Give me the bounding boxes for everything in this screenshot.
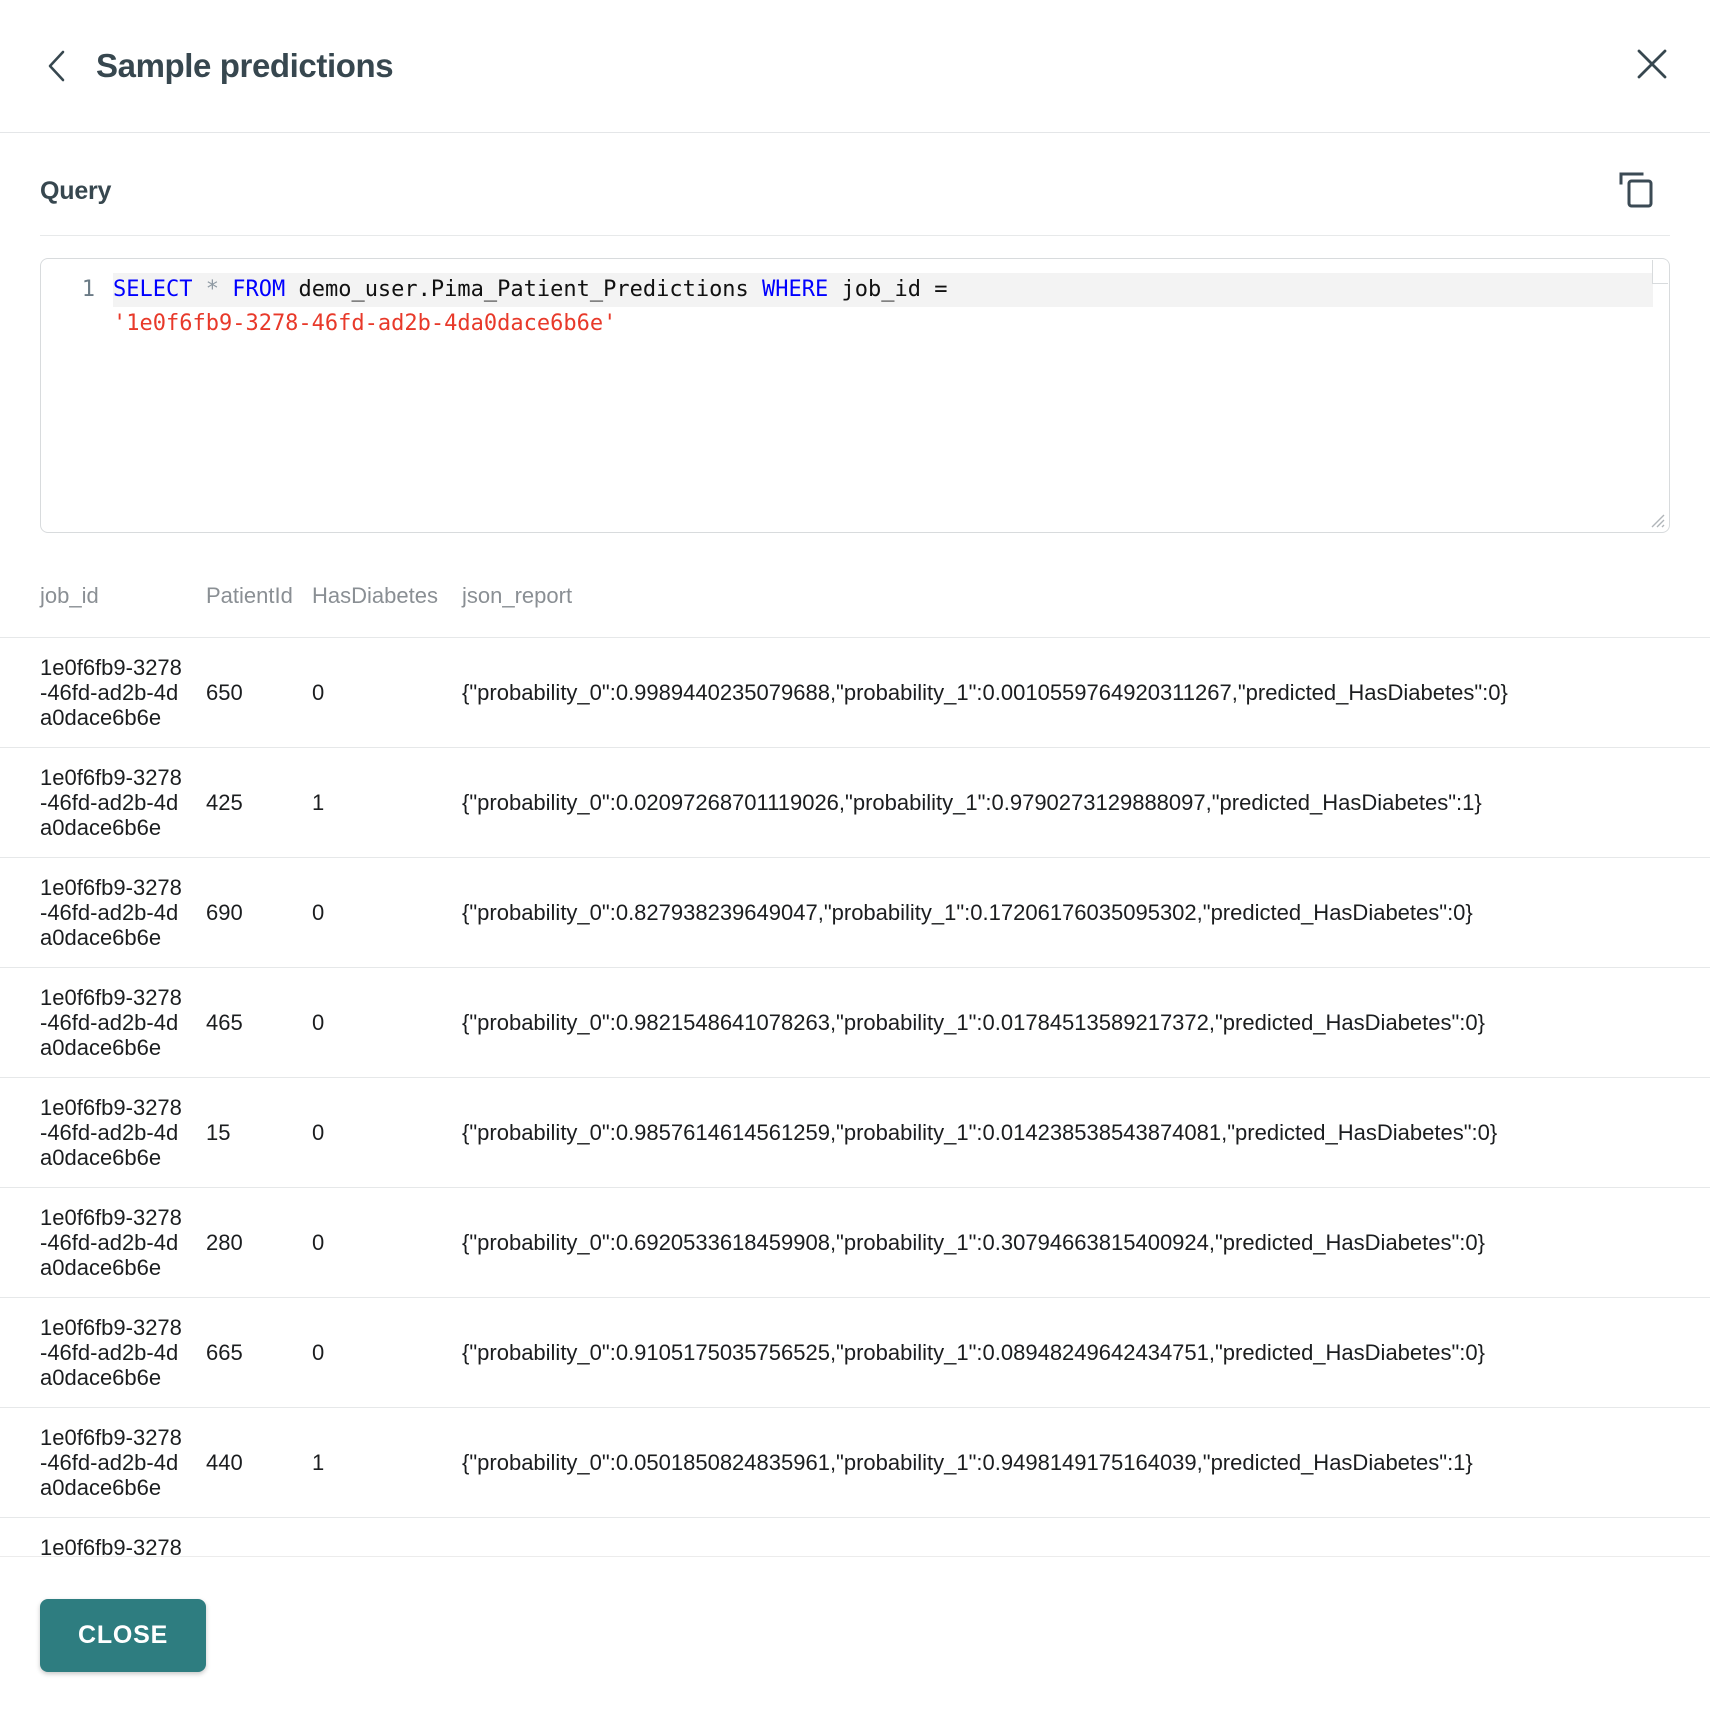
cell-json-report: {"probability_0":0.9989440235079688,"pro… [452, 637, 1710, 748]
query-header: Query [40, 165, 1670, 236]
table-header-row: job_id PatientId HasDiabetes json_report [0, 573, 1710, 638]
cell-has-diabetes: 0 [302, 857, 452, 968]
close-button[interactable]: CLOSE [40, 1599, 207, 1672]
cell-patient-id: 650 [196, 637, 302, 748]
cell-has-diabetes: 0 [302, 1077, 452, 1188]
cell-has-diabetes: 0 [302, 637, 452, 748]
column-header-json-report[interactable]: json_report [452, 573, 1710, 638]
column-header-has-diabetes[interactable]: HasDiabetes [302, 573, 452, 638]
cell-job-id: 1e0f6fb9-3278-46fd-ad2b-4da0dace6b6e [0, 1077, 196, 1188]
cell-has-diabetes: 1 [302, 747, 452, 858]
cell-patient-id: 440 [196, 1407, 302, 1518]
close-dialog-button[interactable] [1630, 44, 1674, 88]
sample-predictions-dialog: Sample predictions Query 1 SELECT * FROM… [0, 0, 1710, 1714]
close-icon [1635, 47, 1669, 86]
dialog-body: Query 1 SELECT * FROM demo_user.Pima_Pat… [0, 133, 1710, 1556]
cell-has-diabetes: 0 [302, 1187, 452, 1298]
cell-json-report: {"probability_0":0.02097268701119026,"pr… [452, 747, 1710, 858]
cell-job-id: 1e0f6fb9-3278-46fd-ad2b-4da0dace6b6e [0, 1407, 196, 1518]
column-header-patient-id[interactable]: PatientId [196, 573, 302, 638]
table-row[interactable]: 1e0f6fb9-3278-46fd-ad2b-4da0dace6b6e 15 0{… [0, 1077, 1710, 1188]
dialog-header: Sample predictions [0, 0, 1710, 133]
table-row[interactable]: 1e0f6fb9-3278-46fd-ad2b-4da0dace6b6e7050… [0, 1517, 1710, 1556]
cell-job-id: 1e0f6fb9-3278-46fd-ad2b-4da0dace6b6e [0, 967, 196, 1078]
table-row[interactable]: 1e0f6fb9-3278-46fd-ad2b-4da0dace6b6e 690 0… [0, 857, 1710, 968]
cell-patient-id: 280 [196, 1187, 302, 1298]
cell-json-report: {"probability_0":0.6920533618459908,"pro… [452, 1187, 1710, 1298]
cell-json-report: {"probability_0":0.9821548641078263,"pro… [452, 967, 1710, 1078]
editor-resize-handle[interactable] [1649, 512, 1665, 528]
cell-job-id: 1e0f6fb9-3278-46fd-ad2b-4da0dace6b6e [0, 857, 196, 968]
cell-has-diabetes: 0 [302, 967, 452, 1078]
cell-has-diabetes: 0 [302, 1517, 452, 1556]
table-row[interactable]: 1e0f6fb9-3278-46fd-ad2b-4da0dace6b6e 280 0… [0, 1187, 1710, 1298]
results-table: job_id PatientId HasDiabetes json_report… [0, 573, 1710, 1556]
cell-json-report: {"probability_0":0.9857614614561259,"pro… [452, 1077, 1710, 1188]
cell-patient-id: 690 [196, 857, 302, 968]
cell-patient-id: 425 [196, 747, 302, 858]
cell-patient-id: 15 [196, 1077, 302, 1188]
cell-job-id: 1e0f6fb9-3278-46fd-ad2b-4da0dace6b6e [0, 747, 196, 858]
cell-job-id: 1e0f6fb9-3278-46fd-ad2b-4da0dace6b6e [0, 637, 196, 748]
page-title: Sample predictions [96, 47, 394, 84]
copy-icon [1616, 169, 1656, 214]
table-row[interactable]: 1e0f6fb9-3278-46fd-ad2b-4da0dace6b6e 440 1… [0, 1407, 1710, 1518]
cell-job-id: 1e0f6fb9-3278-46fd-ad2b-4da0dace6b6e [0, 1187, 196, 1298]
query-section: Query 1 SELECT * FROM demo_user.Pima_Pat… [0, 133, 1710, 533]
sql-editor[interactable]: 1 SELECT * FROM demo_user.Pima_Patient_P… [40, 258, 1670, 533]
cell-patient-id: 665 [196, 1297, 302, 1408]
results-table-body: 1e0f6fb9-3278-46fd-ad2b-4da0dace6b6e 650 0… [0, 637, 1710, 1556]
chevron-left-icon [45, 49, 69, 83]
sql-code[interactable]: SELECT * FROM demo_user.Pima_Patient_Pre… [113, 273, 1669, 341]
cell-patient-id: 705 [196, 1517, 302, 1556]
cell-job-id: 1e0f6fb9-3278-46fd-ad2b-4da0dace6b6e [0, 1297, 196, 1408]
cell-json-report: {"probability_0":0.9105175035756525,"pro… [452, 1297, 1710, 1408]
table-row[interactable]: 1e0f6fb9-3278-46fd-ad2b-4da0dace6b6e 665 0… [0, 1297, 1710, 1408]
cell-json-report: {"probability_0":0.9578726952334004,"pro… [452, 1517, 1710, 1556]
cell-patient-id: 465 [196, 967, 302, 1078]
cell-json-report: {"probability_0":0.827938239649047,"prob… [452, 857, 1710, 968]
cell-json-report: {"probability_0":0.0501850824835961,"pro… [452, 1407, 1710, 1518]
cell-has-diabetes: 1 [302, 1407, 452, 1518]
query-label: Query [40, 176, 112, 205]
column-header-job-id[interactable]: job_id [0, 573, 196, 638]
cell-job-id: 1e0f6fb9-3278-46fd-ad2b-4da0dace6b6e [0, 1517, 196, 1556]
results-section: job_id PatientId HasDiabetes json_report… [0, 573, 1710, 1556]
results-table-head: job_id PatientId HasDiabetes json_report [0, 573, 1710, 638]
table-row[interactable]: 1e0f6fb9-3278-46fd-ad2b-4da0dace6b6e 465 0… [0, 967, 1710, 1078]
cell-has-diabetes: 0 [302, 1297, 452, 1408]
copy-query-button[interactable] [1610, 165, 1662, 217]
back-button[interactable] [40, 49, 74, 83]
line-number: 1 [81, 277, 95, 302]
table-row[interactable]: 1e0f6fb9-3278-46fd-ad2b-4da0dace6b6e 650 0… [0, 637, 1710, 748]
table-row[interactable]: 1e0f6fb9-3278-46fd-ad2b-4da0dace6b6e 425 1… [0, 747, 1710, 858]
dialog-footer: CLOSE [0, 1556, 1710, 1714]
